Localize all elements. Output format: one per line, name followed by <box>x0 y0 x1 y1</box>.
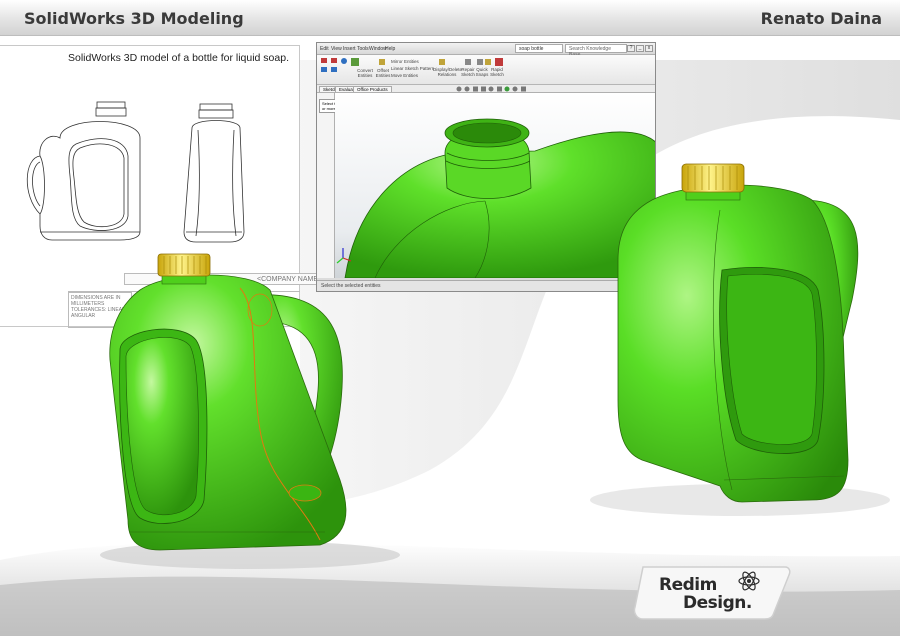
graphics-viewport[interactable] <box>335 93 655 278</box>
menu-edit[interactable]: Edit <box>320 46 329 52</box>
menu-tools[interactable]: Tools <box>357 46 369 52</box>
bottle-closeup-model <box>336 118 655 278</box>
repair-sketch-button[interactable]: Repair Sketch <box>461 67 475 77</box>
logo-text-redim: Redim <box>659 575 717 595</box>
help-button[interactable]: ? <box>627 45 635 52</box>
quick-snaps-button[interactable]: Quick Snaps <box>475 67 489 77</box>
offset-entities-button[interactable]: Offset Entities <box>375 68 391 78</box>
search-knowledge-base-input[interactable]: Search Knowledge Base <box>565 44 627 58</box>
redim-design-logo: Redim Design. <box>633 563 793 621</box>
menu-view[interactable]: View <box>331 46 342 52</box>
mirror-entities-button[interactable]: Mirror Entities <box>391 59 431 64</box>
linear-sketch-pattern-button[interactable]: Linear Sketch Pattern <box>391 66 435 71</box>
convert-entities-button[interactable]: Convert Entities <box>355 68 375 78</box>
header-bar: SolidWorks 3D Modeling Renato Daina <box>0 0 900 36</box>
move-entities-button[interactable]: Move Entities <box>391 73 431 78</box>
menu-bar: Edit View Insert Tools Window Help soap … <box>317 43 655 58</box>
page-title: SolidWorks 3D Modeling <box>24 9 244 28</box>
logo-text-design: Design. <box>683 593 752 613</box>
author-name: Renato Daina <box>760 9 882 28</box>
bottle-model-left <box>109 253 347 551</box>
display-delete-relations-button[interactable]: Display/Delete Relations <box>433 67 462 77</box>
solidworks-window: Edit View Insert Tools Window Help soap … <box>316 42 656 292</box>
status-bar: Select the selected entities <box>317 280 655 291</box>
menu-help[interactable]: Help <box>385 46 395 52</box>
document-title: soap bottle <box>515 44 563 53</box>
menu-insert[interactable]: Insert <box>343 46 356 52</box>
logo-trademark: . <box>745 593 752 613</box>
command-ribbon: Convert Entities Offset Entities Mirror … <box>317 55 655 85</box>
close-button[interactable]: x <box>645 45 653 52</box>
heads-up-toolbar[interactable] <box>455 85 535 93</box>
tab-office-products[interactable]: Office Products <box>353 86 392 92</box>
bottle-model-right <box>617 163 859 503</box>
rapid-sketch-button[interactable]: Rapid Sketch <box>489 67 505 77</box>
minimize-button[interactable]: _ <box>636 45 644 52</box>
atom-logo-icon <box>738 571 760 591</box>
